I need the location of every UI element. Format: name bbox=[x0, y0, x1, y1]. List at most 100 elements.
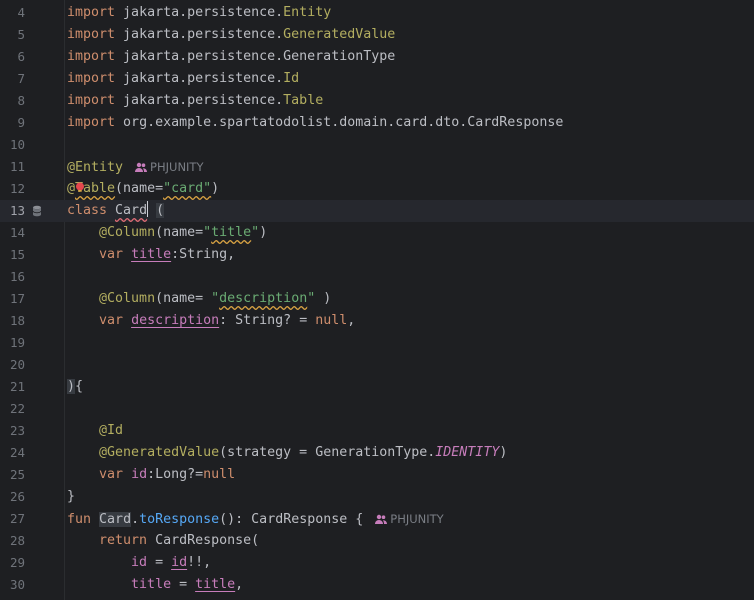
code-text[interactable]: @Column(name="title") bbox=[67, 222, 267, 244]
code-line[interactable]: 28 return CardResponse( bbox=[0, 530, 754, 552]
code-token: Card bbox=[115, 203, 148, 218]
code-line[interactable]: 9 import org.example.spartatodolist.domai… bbox=[0, 112, 754, 134]
code-line[interactable]: 15 var title:String, bbox=[0, 244, 754, 266]
line-number[interactable]: 19 bbox=[0, 332, 25, 354]
line-number[interactable]: 4 bbox=[0, 2, 25, 24]
code-token: fun bbox=[67, 512, 92, 527]
line-number[interactable]: 8 bbox=[0, 90, 25, 112]
code-token: ( bbox=[156, 203, 165, 218]
code-editor[interactable]: 4 import jakarta.persistence.Entity 5 impor… bbox=[0, 0, 754, 600]
code-token: class bbox=[67, 203, 108, 218]
code-line[interactable]: 13 class Card ( bbox=[0, 200, 754, 222]
code-line[interactable]: 25 var id:Long?=null bbox=[0, 464, 754, 486]
code-line[interactable]: 10 bbox=[0, 134, 754, 156]
line-number[interactable]: 21 bbox=[0, 376, 25, 398]
code-text[interactable]: fun Card.toResponse(): CardResponse {PHJ… bbox=[67, 508, 444, 531]
code-text[interactable]: @Column(name= "description" ) bbox=[67, 288, 331, 310]
code-line[interactable]: 29 id = id!!, bbox=[0, 552, 754, 574]
line-number[interactable]: 11 bbox=[0, 156, 25, 178]
code-line[interactable]: 24 @GeneratedValue(strategy = Generation… bbox=[0, 442, 754, 464]
code-text[interactable]: @Table(name="card") bbox=[67, 178, 219, 200]
code-line[interactable]: 18 var description: String? = null, bbox=[0, 310, 754, 332]
author-hint[interactable]: PHJUNITY bbox=[135, 160, 203, 174]
code-line[interactable]: 14 @Column(name="title") bbox=[0, 222, 754, 244]
code-line[interactable]: 20 bbox=[0, 354, 754, 376]
code-line[interactable]: 19 bbox=[0, 332, 754, 354]
line-number[interactable]: 29 bbox=[0, 552, 25, 574]
code-text[interactable]: title = title, bbox=[67, 574, 243, 596]
line-number[interactable]: 30 bbox=[0, 574, 25, 596]
line-number[interactable]: 15 bbox=[0, 244, 25, 266]
code-token: @Column bbox=[99, 291, 156, 306]
code-line[interactable]: 26} bbox=[0, 486, 754, 508]
code-line[interactable]: 22 bbox=[0, 398, 754, 420]
code-text[interactable]: import jakarta.persistence.Id bbox=[67, 68, 299, 90]
line-number[interactable]: 6 bbox=[0, 46, 25, 68]
line-number[interactable]: 17 bbox=[0, 288, 25, 310]
line-number[interactable]: 22 bbox=[0, 398, 25, 420]
line-number[interactable]: 20 bbox=[0, 354, 25, 376]
line-number[interactable]: 27 bbox=[0, 508, 25, 530]
code-text[interactable]: return CardResponse( bbox=[67, 530, 259, 552]
code-line[interactable]: 7 import jakarta.persistence.Id bbox=[0, 68, 754, 90]
code-token: org.example.spartatodolist.domain.card.d… bbox=[115, 115, 564, 130]
code-text[interactable]: var title:String, bbox=[67, 244, 235, 266]
line-number[interactable]: 28 bbox=[0, 530, 25, 552]
code-text[interactable]: } bbox=[67, 486, 75, 508]
code-line[interactable]: 6 import jakarta.persistence.GenerationTy… bbox=[0, 46, 754, 68]
line-number[interactable]: 26 bbox=[0, 486, 25, 508]
line-number[interactable]: 18 bbox=[0, 310, 25, 332]
line-number[interactable]: 24 bbox=[0, 442, 25, 464]
line-number[interactable]: 5 bbox=[0, 24, 25, 46]
code-token: import bbox=[67, 27, 116, 42]
code-text[interactable]: class Card ( bbox=[67, 200, 165, 222]
code-line[interactable]: 4 import jakarta.persistence.Entity bbox=[0, 2, 754, 24]
author-hint[interactable]: PHJUNITY bbox=[375, 512, 444, 526]
code-token: "card" bbox=[163, 181, 212, 196]
code-line[interactable]: 27 fun Card.toResponse(): CardResponse {P… bbox=[0, 508, 754, 530]
line-number[interactable]: 23 bbox=[0, 420, 25, 442]
code-token: } bbox=[67, 489, 76, 504]
code-text[interactable]: var description: String? = null, bbox=[67, 310, 355, 332]
code-text[interactable]: import jakarta.persistence.Table bbox=[67, 90, 323, 112]
code-text[interactable]: @Entity PHJUNITY bbox=[67, 156, 203, 179]
line-number[interactable]: 10 bbox=[0, 134, 25, 156]
code-line[interactable]: 8 import jakarta.persistence.Table bbox=[0, 90, 754, 112]
code-line[interactable]: 16 bbox=[0, 266, 754, 288]
code-text[interactable]: import org.example.spartatodolist.domain… bbox=[67, 112, 563, 134]
line-number[interactable]: 25 bbox=[0, 464, 25, 486]
code-text[interactable]: import jakarta.persistence.Entity bbox=[67, 2, 331, 24]
code-line[interactable]: 23 @Id bbox=[0, 420, 754, 442]
code-text[interactable]: var id:Long?=null bbox=[67, 464, 235, 486]
code-line[interactable]: 12 @Table(name="card") bbox=[0, 178, 754, 200]
code-text[interactable]: import jakarta.persistence.GeneratedValu… bbox=[67, 24, 395, 46]
line-number[interactable]: 14 bbox=[0, 222, 25, 244]
line-number[interactable]: 9 bbox=[0, 112, 25, 134]
code-text[interactable]: @GeneratedValue(strategy = GenerationTyp… bbox=[67, 442, 507, 464]
code-text[interactable]: ){ bbox=[67, 376, 83, 398]
code-text[interactable]: @Id bbox=[67, 420, 123, 442]
line-number[interactable]: 13 bbox=[0, 200, 25, 222]
code-line[interactable]: 30 title = title, bbox=[0, 574, 754, 596]
code-token: jakarta.persistence. bbox=[115, 27, 284, 42]
database-entity-icon[interactable] bbox=[32, 205, 42, 217]
code-text[interactable]: import jakarta.persistence.GenerationTyp… bbox=[67, 46, 395, 68]
code-line[interactable]: 17 @Column(name= "description" ) bbox=[0, 288, 754, 310]
line-number[interactable]: 16 bbox=[0, 266, 25, 288]
code-token: return bbox=[99, 533, 148, 548]
code-text[interactable]: id = id!!, bbox=[67, 552, 211, 574]
code-token: Table bbox=[283, 93, 324, 108]
code-line[interactable]: 11 @Entity PHJUNITY bbox=[0, 156, 754, 178]
error-bulb-icon[interactable] bbox=[75, 182, 85, 192]
code-line[interactable]: 21 ){ bbox=[0, 376, 754, 398]
line-number[interactable]: 12 bbox=[0, 178, 25, 200]
users-icon bbox=[135, 162, 148, 172]
code-line[interactable]: 5 import jakarta.persistence.GeneratedVal… bbox=[0, 24, 754, 46]
line-number[interactable]: 7 bbox=[0, 68, 25, 90]
